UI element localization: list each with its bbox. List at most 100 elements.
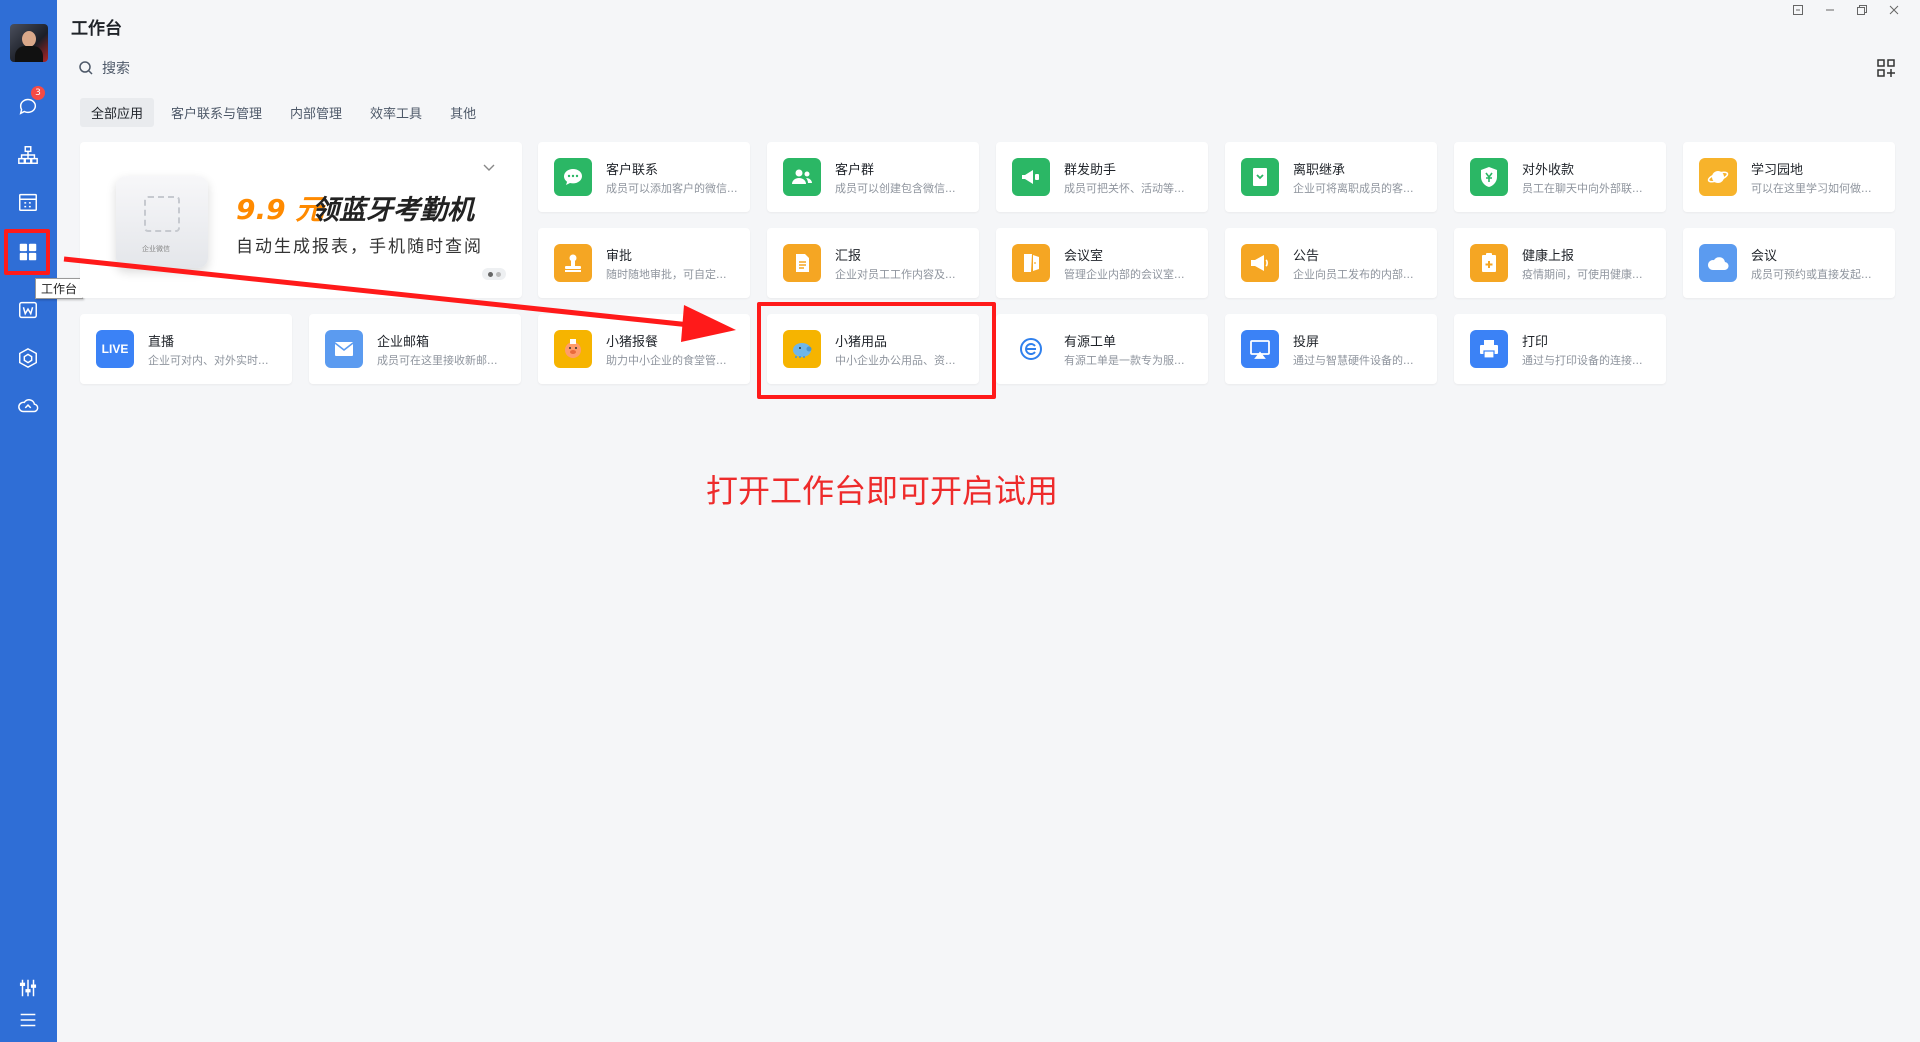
app-description: 成员可预约或直接发起... bbox=[1751, 268, 1872, 281]
instruction-note: 打开工作台即可开启试用 bbox=[706, 472, 1059, 510]
app-card[interactable]: 打印通过与打印设备的连接... bbox=[1454, 314, 1666, 384]
search-bar[interactable]: 搜索 bbox=[78, 58, 130, 78]
app-name: 审批 bbox=[606, 249, 633, 264]
window-controls bbox=[1782, 0, 1910, 20]
cast-icon bbox=[1241, 330, 1279, 368]
contacts-icon[interactable] bbox=[14, 141, 42, 169]
app-description: 员工在聊天中向外部联... bbox=[1522, 182, 1643, 195]
app-description: 管理企业内部的会议室... bbox=[1064, 268, 1185, 281]
app-card[interactable]: 会议成员可预约或直接发起... bbox=[1683, 228, 1895, 298]
settings-icon[interactable] bbox=[14, 974, 42, 1002]
app-card[interactable]: 投屏 通过与智慧硬件设备的... bbox=[1225, 314, 1437, 384]
tab-internal[interactable]: 内部管理 bbox=[279, 98, 353, 127]
restore-icon[interactable] bbox=[1846, 0, 1878, 20]
app-name: 汇报 bbox=[835, 249, 862, 264]
carousel-dots[interactable] bbox=[482, 268, 506, 280]
app-name: 健康上报 bbox=[1522, 249, 1575, 264]
tab-efficiency[interactable]: 效率工具 bbox=[359, 98, 433, 127]
app-card[interactable]: 汇报企业对员工工作内容及... bbox=[767, 228, 979, 298]
tab-other[interactable]: 其他 bbox=[439, 98, 487, 127]
app-card[interactable]: 客户联系成员可以添加客户的微信... bbox=[538, 142, 750, 212]
messages-icon[interactable]: 3 bbox=[14, 86, 45, 120]
app-description: 成员可以创建包含微信... bbox=[835, 182, 956, 195]
meeting-cloud-icon bbox=[1699, 244, 1737, 282]
app-name: 小猪报餐 bbox=[606, 335, 659, 350]
live-icon: LIVE bbox=[96, 330, 134, 368]
app-description: 助力中小企业的食堂管... bbox=[606, 354, 727, 367]
app-name: 公告 bbox=[1293, 249, 1320, 264]
app-description: 通过与打印设备的连接... bbox=[1522, 354, 1643, 367]
app-card[interactable]: 健康上报 疫情期间，可使用健康... bbox=[1454, 228, 1666, 298]
chat-icon bbox=[554, 158, 592, 196]
app-card[interactable]: 对外收款员工在聊天中向外部联... bbox=[1454, 142, 1666, 212]
door-icon bbox=[1012, 244, 1050, 282]
app-name: 会议 bbox=[1751, 249, 1778, 264]
minimize-icon[interactable] bbox=[1814, 0, 1846, 20]
mail-icon bbox=[325, 330, 363, 368]
app-name: 会议室 bbox=[1064, 249, 1104, 264]
app-name: 客户群 bbox=[835, 163, 875, 178]
add-app-icon[interactable] bbox=[1876, 58, 1896, 78]
app-name: 有源工单 bbox=[1064, 335, 1117, 350]
pig-meal-icon bbox=[554, 330, 592, 368]
app-card[interactable]: 审批 随时随地审批，可自定... bbox=[538, 228, 750, 298]
category-tabs: 全部应用 客户联系与管理 内部管理 效率工具 其他 bbox=[80, 98, 487, 127]
search-icon bbox=[79, 61, 93, 75]
app-card[interactable]: 小猪报餐助力中小企业的食堂管... bbox=[538, 314, 750, 384]
app-card[interactable]: 公告企业向员工发布的内部... bbox=[1225, 228, 1437, 298]
app-card[interactable]: LIVE 直播 企业可对内、对外实时... bbox=[80, 314, 292, 384]
search-placeholder: 搜索 bbox=[102, 61, 130, 77]
app-description: 企业向员工发布的内部... bbox=[1293, 268, 1414, 281]
unread-badge: 3 bbox=[31, 86, 45, 100]
app-description: 有源工单是一款专为服... bbox=[1064, 354, 1185, 367]
yuan-icon bbox=[1470, 158, 1508, 196]
app-card[interactable]: 会议室管理企业内部的会议室... bbox=[996, 228, 1208, 298]
app-card[interactable]: 企业邮箱 成员可在这里接收新邮... bbox=[309, 314, 521, 384]
app-name: 学习园地 bbox=[1751, 163, 1804, 178]
banner-subline: 自动生成报表，手机随时查阅 bbox=[236, 237, 483, 257]
banner-headline: 领蓝牙考勤机 bbox=[312, 195, 474, 226]
printer-icon bbox=[1470, 330, 1508, 368]
tab-customer[interactable]: 客户联系与管理 bbox=[160, 98, 273, 127]
app-card[interactable]: 学习园地可以在这里学习如何做... bbox=[1683, 142, 1895, 212]
app-card[interactable]: 有源工单有源工单是一款专为服... bbox=[996, 314, 1208, 384]
chevron-down-icon[interactable] bbox=[482, 160, 496, 174]
attendance-device-image: 企业微信 bbox=[116, 176, 208, 268]
avatar[interactable] bbox=[9, 24, 48, 62]
cube-icon[interactable] bbox=[14, 344, 42, 372]
app-card[interactable]: 群发助手 成员可把关怀、活动等... bbox=[996, 142, 1208, 212]
app-description: 成员可以添加客户的微信... bbox=[606, 182, 738, 195]
app-card[interactable]: 客户群成员可以创建包含微信... bbox=[767, 142, 979, 212]
app-description: 企业对员工工作内容及... bbox=[835, 268, 956, 281]
transfer-icon bbox=[1241, 158, 1279, 196]
app-name: 客户联系 bbox=[606, 163, 659, 178]
app-description: 可以在这里学习如何做... bbox=[1751, 182, 1872, 195]
cloud-icon[interactable] bbox=[14, 392, 42, 420]
e-logo-icon bbox=[1012, 330, 1050, 368]
promo-banner[interactable]: 企业微信 9.9 元 领蓝牙考勤机 自动生成报表，手机随时查阅 bbox=[80, 142, 522, 298]
app-description: 通过与智慧硬件设备的... bbox=[1293, 354, 1414, 367]
docs-icon[interactable] bbox=[14, 296, 42, 324]
megaphone-icon bbox=[1012, 158, 1050, 196]
tab-all-apps[interactable]: 全部应用 bbox=[80, 98, 155, 127]
menu-icon[interactable] bbox=[14, 1006, 42, 1034]
app-description: 企业可对内、对外实时... bbox=[148, 354, 269, 367]
calendar-icon[interactable] bbox=[14, 188, 42, 216]
highlight-box-xiaozhu-supplies bbox=[757, 302, 996, 399]
announce-icon bbox=[1241, 244, 1279, 282]
banner-price: 9.9 元 bbox=[236, 193, 324, 226]
app-name: 打印 bbox=[1522, 335, 1549, 350]
close-icon[interactable] bbox=[1878, 0, 1910, 20]
planet-icon bbox=[1699, 158, 1737, 196]
app-description: 成员可在这里接收新邮... bbox=[377, 354, 498, 367]
stamp-icon bbox=[554, 244, 592, 282]
group-icon bbox=[783, 158, 821, 196]
app-card[interactable]: 离职继承 企业可将离职成员的客... bbox=[1225, 142, 1437, 212]
app-name: 对外收款 bbox=[1522, 163, 1575, 178]
app-description: 企业可将离职成员的客... bbox=[1293, 182, 1414, 195]
page-title: 工作台 bbox=[71, 19, 122, 39]
pin-icon[interactable] bbox=[1782, 0, 1814, 20]
workbench-highlight-box bbox=[4, 229, 50, 275]
health-icon bbox=[1470, 244, 1508, 282]
app-name: 群发助手 bbox=[1064, 163, 1117, 178]
